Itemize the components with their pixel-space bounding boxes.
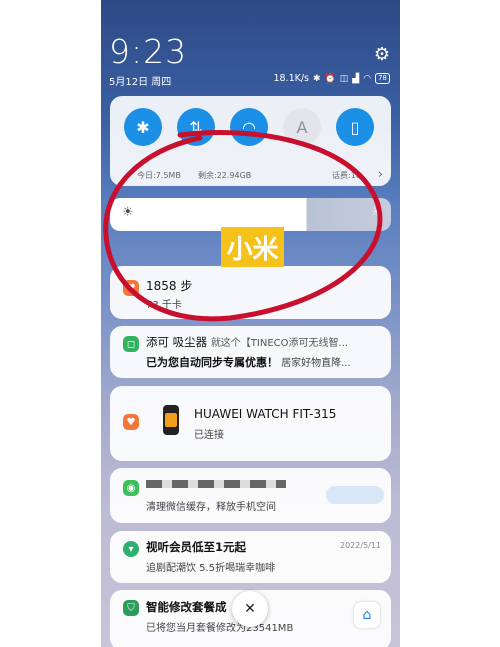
body-suffix: 居家好物直降...	[281, 358, 351, 369]
health-app-icon: ♥	[123, 414, 139, 430]
date: 5月12日 周四	[109, 77, 172, 88]
bluetooth-toggle[interactable]: ✱	[124, 108, 162, 146]
data-icon: ⇅	[189, 117, 203, 137]
health-app-icon: ♥	[123, 280, 139, 296]
bluetooth-icon: ✱	[136, 117, 150, 137]
brightness-high-icon: ☀	[371, 205, 383, 220]
remaining-data: 剩余:22.94GB	[198, 171, 252, 180]
app-icon: ▾	[123, 541, 139, 557]
notification-vip[interactable]: ▾ 视听会员低至1元起 追剧配潮饮 5.5折喝瑞幸咖啡 2022/5/11	[110, 531, 391, 583]
chevron-right-icon[interactable]: ›	[378, 167, 383, 181]
redacted-title	[146, 480, 286, 488]
mijia-app-icon: ◻	[123, 336, 139, 352]
notification-title: 添可 吸尘器 就这个【TINECO添可无线智...	[146, 334, 348, 350]
status-bar: 18.1K/s ✱ ⏰ ◫ ▟ ◠ 78	[273, 73, 390, 84]
title-suffix: 就这个【TINECO添可无线智...	[210, 338, 349, 349]
mute-icon: ◫	[339, 73, 349, 84]
quick-settings-panel: ✱ ⇅ ◠ A ▯ 今日:7.5MB 剩余:22.94GB 话费:10 ›	[110, 96, 391, 186]
xiaomi-watermark: 小米	[221, 227, 284, 267]
notification-body: 追剧配潮饮 5.5折喝瑞幸咖啡	[146, 563, 276, 574]
cleaner-app-icon: ◉	[123, 480, 139, 496]
body-bold: 已为您自动同步专属优惠！	[146, 356, 278, 369]
wifi-toggle[interactable]: ◠	[230, 108, 268, 146]
signal-icon: ▟	[352, 73, 360, 84]
notification-steps[interactable]: ♥ 1858 步 73 千卡	[110, 266, 391, 319]
action-button[interactable]	[326, 486, 384, 504]
wifi-icon: ◠	[363, 73, 372, 84]
steps-count: 1858 步	[146, 279, 193, 293]
notification-body: 清理微信缓存，释放手机空间	[146, 502, 276, 513]
calories: 73 千卡	[146, 300, 182, 311]
gear-icon[interactable]: ⚙	[374, 44, 390, 65]
vibrate-toggle[interactable]: ▯	[336, 108, 374, 146]
watch-icon	[163, 405, 179, 435]
battery-icon: 78	[375, 73, 390, 84]
notification-body: 已为您自动同步专属优惠！ 居家好物直降...	[146, 354, 351, 370]
device-name: HUAWEI WATCH FIT-315	[194, 407, 337, 421]
clock: 9:23	[109, 32, 188, 71]
notification-title: 视听会员低至1元起	[146, 540, 247, 554]
phone-fee[interactable]: 话费:10	[332, 170, 361, 181]
mobile-data-toggle[interactable]: ⇅	[177, 108, 215, 146]
title-text: 添可 吸尘器	[146, 335, 208, 349]
security-app-icon: ⛉	[123, 600, 139, 616]
vibrate-icon: ▯	[350, 117, 360, 137]
wifi-icon: ◠	[242, 117, 256, 137]
notification-time: 2022/5/11	[340, 541, 382, 550]
notification-tineco[interactable]: ◻ 添可 吸尘器 就这个【TINECO添可无线智... 已为您自动同步专属优惠！…	[110, 326, 391, 378]
brightness-low-icon: ☀	[122, 205, 134, 220]
notification-title: 智能修改套餐成	[146, 600, 227, 614]
net-speed: 18.1K/s	[273, 73, 310, 84]
phone-screen: 9:23 5月12日 周四 ⚙ 18.1K/s ✱ ⏰ ◫ ▟ ◠ 78 ✱ ⇅…	[101, 0, 400, 647]
connection-status: 已连接	[194, 430, 224, 441]
notification-body: 已将您当月套餐修改为23541MB	[146, 623, 294, 634]
close-icon[interactable]: ✕	[232, 591, 268, 627]
bluetooth-icon: ✱	[313, 73, 321, 84]
today-usage: 今日:7.5MB	[137, 171, 181, 180]
auto-brightness-toggle[interactable]: A	[283, 108, 321, 146]
house-icon: ⌂	[354, 602, 380, 628]
notification-cleaner[interactable]: ◉ 清理微信缓存，释放手机空间	[110, 468, 391, 523]
notification-watch[interactable]: ♥ HUAWEI WATCH FIT-315 已连接	[110, 386, 391, 461]
auto-brightness-icon: A	[296, 117, 308, 137]
alarm-icon: ⏰	[324, 73, 336, 84]
